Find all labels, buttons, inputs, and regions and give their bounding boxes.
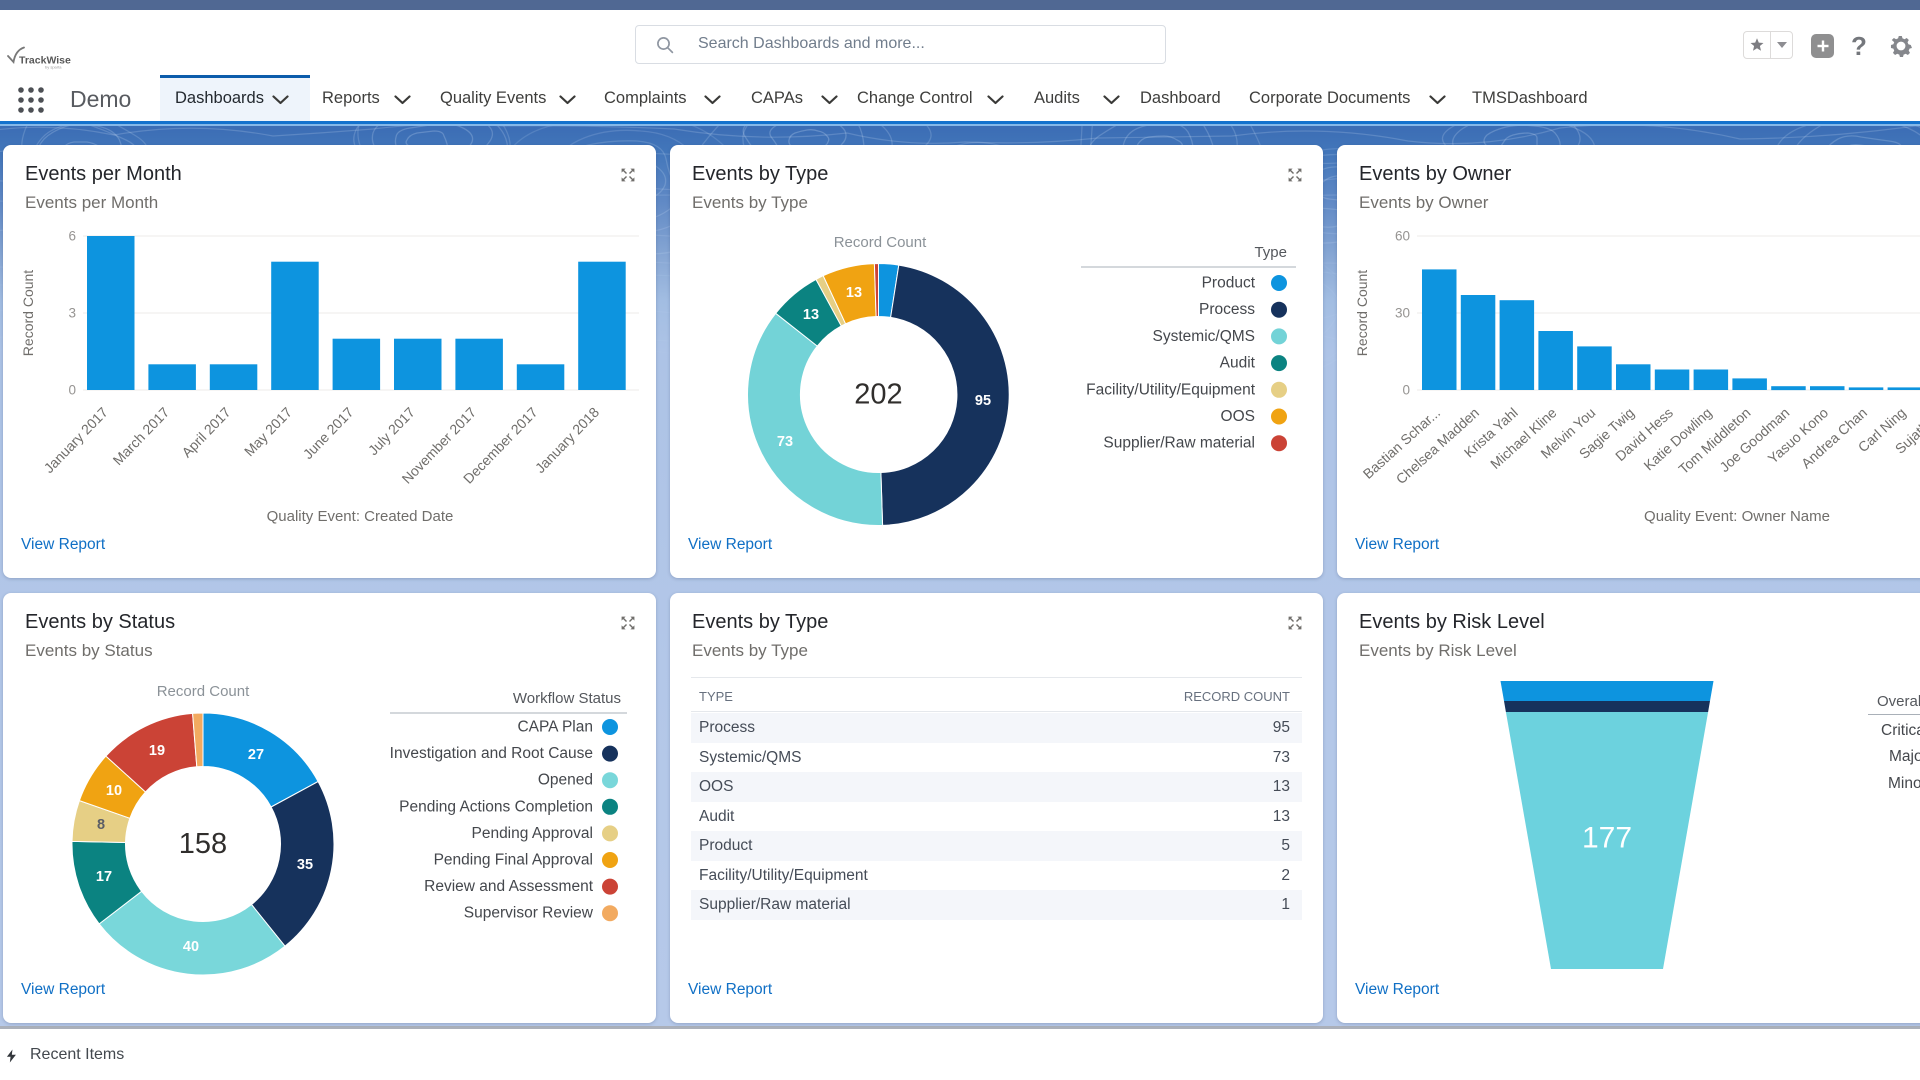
svg-text:8: 8 — [97, 817, 105, 833]
svg-text:April 2017: April 2017 — [178, 404, 233, 461]
svg-text:95: 95 — [975, 393, 991, 409]
svg-text:Product: Product — [1202, 275, 1256, 292]
svg-text:Quality Event: Created Date: Quality Event: Created Date — [267, 508, 454, 525]
svg-text:0: 0 — [68, 383, 76, 398]
svg-text:Pending Approval: Pending Approval — [471, 825, 593, 842]
svg-text:10: 10 — [106, 783, 122, 799]
svg-text:Systemic/QMS: Systemic/QMS — [1153, 328, 1255, 345]
svg-text:Process: Process — [1199, 301, 1255, 318]
svg-text:177: 177 — [1582, 822, 1632, 855]
svg-text:158: 158 — [179, 828, 227, 860]
svg-text:Pending Actions Completion: Pending Actions Completion — [399, 798, 593, 815]
svg-text:Record Count: Record Count — [1354, 270, 1370, 356]
svg-text:March 2017: March 2017 — [109, 404, 172, 468]
svg-text:Record Count: Record Count — [20, 270, 36, 356]
svg-text:17: 17 — [96, 869, 112, 885]
svg-text:Opened: Opened — [538, 772, 593, 789]
svg-text:35: 35 — [297, 857, 313, 873]
svg-text:Pending Final Approval: Pending Final Approval — [434, 852, 593, 869]
svg-text:CAPA Plan: CAPA Plan — [517, 719, 593, 736]
svg-text:OOS: OOS — [1221, 408, 1255, 425]
svg-text:6: 6 — [68, 229, 76, 244]
svg-text:Type: Type — [1254, 244, 1287, 261]
svg-text:July 2017: July 2017 — [365, 404, 418, 458]
svg-text:13: 13 — [846, 285, 862, 301]
svg-text:Workflow Status: Workflow Status — [513, 690, 621, 707]
svg-text:Review and Assessment: Review and Assessment — [424, 878, 594, 895]
svg-text:January 2018: January 2018 — [532, 404, 603, 476]
svg-text:Audit: Audit — [1220, 355, 1256, 372]
svg-text:73: 73 — [777, 434, 793, 450]
svg-text:40: 40 — [183, 939, 199, 955]
svg-text:June 2017: June 2017 — [300, 404, 357, 462]
svg-text:19: 19 — [149, 743, 165, 759]
svg-text:Quality Event: Owner Name: Quality Event: Owner Name — [1644, 508, 1830, 525]
svg-text:May 2017: May 2017 — [241, 404, 295, 459]
svg-text:13: 13 — [803, 307, 819, 323]
svg-text:Investigation and Root Cause: Investigation and Root Cause — [390, 745, 593, 762]
svg-text:0: 0 — [1402, 383, 1410, 398]
svg-text:Record Count: Record Count — [834, 234, 927, 251]
svg-text:60: 60 — [1395, 229, 1410, 244]
svg-text:Facility/Utility/Equipment: Facility/Utility/Equipment — [1086, 381, 1256, 398]
svg-text:30: 30 — [1395, 306, 1410, 321]
svg-text:Record Count: Record Count — [157, 683, 250, 700]
svg-text:Supervisor Review: Supervisor Review — [464, 905, 594, 922]
svg-text:27: 27 — [248, 747, 264, 763]
svg-text:January 2017: January 2017 — [41, 404, 112, 476]
svg-text:3: 3 — [68, 306, 76, 321]
svg-text:Supplier/Raw material: Supplier/Raw material — [1103, 435, 1255, 452]
svg-text:202: 202 — [854, 379, 902, 411]
